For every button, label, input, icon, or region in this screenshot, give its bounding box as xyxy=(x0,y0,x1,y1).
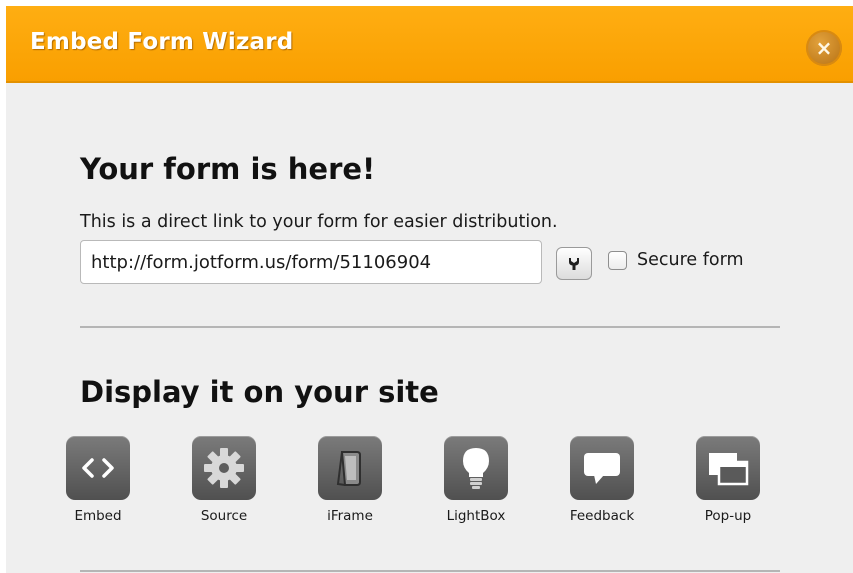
url-options-button[interactable] xyxy=(556,247,592,280)
iframe-tile xyxy=(318,436,382,500)
dialog-title: Embed Form Wizard xyxy=(30,29,294,55)
popup-label: Pop-up xyxy=(704,508,752,524)
feedback-option[interactable]: Feedback xyxy=(552,436,652,536)
form-url-input[interactable] xyxy=(80,240,542,284)
lightbox-option[interactable]: LightBox xyxy=(426,436,526,536)
secure-form-checkbox[interactable] xyxy=(608,251,627,270)
feedback-tile xyxy=(570,436,634,500)
lightbox-tile xyxy=(444,436,508,500)
link-section-heading: Your form is here! xyxy=(80,152,376,186)
code-brackets-icon xyxy=(82,458,114,478)
source-option[interactable]: Source xyxy=(174,436,274,536)
bottom-divider xyxy=(80,570,780,572)
embed-option[interactable]: Embed xyxy=(48,436,148,536)
picture-frame-icon xyxy=(336,451,361,486)
embed-label: Embed xyxy=(74,508,122,524)
close-icon: × xyxy=(815,36,833,60)
popup-option[interactable]: Pop-up xyxy=(678,436,778,536)
dialog-titlebar: Embed Form Wizard × xyxy=(6,6,853,83)
embed-tile xyxy=(66,436,130,500)
wrench-icon xyxy=(569,257,579,270)
embed-form-wizard-dialog: Embed Form Wizard × Your form is here! T… xyxy=(6,6,853,573)
secure-form-label: Secure form xyxy=(637,250,744,270)
gear-icon xyxy=(204,448,244,488)
iframe-label: iFrame xyxy=(327,508,373,524)
source-tile xyxy=(192,436,256,500)
display-section-heading: Display it on your site xyxy=(80,375,439,409)
close-button[interactable]: × xyxy=(806,30,842,66)
lightbox-label: LightBox xyxy=(446,508,506,524)
popup-tile xyxy=(696,436,760,500)
speech-bubble-icon xyxy=(584,453,620,484)
popup-windows-icon xyxy=(709,453,749,486)
link-description: This is a direct link to your form for e… xyxy=(80,212,558,232)
feedback-label: Feedback xyxy=(569,508,635,524)
section-divider xyxy=(80,326,780,328)
source-label: Source xyxy=(200,508,248,524)
iframe-option[interactable]: iFrame xyxy=(300,436,400,536)
lightbulb-icon xyxy=(463,448,489,489)
